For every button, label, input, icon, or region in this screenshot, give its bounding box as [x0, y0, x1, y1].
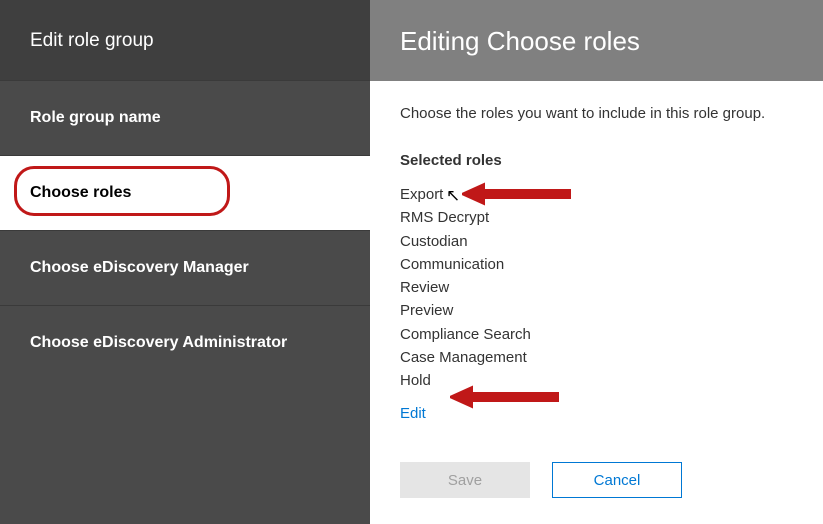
- page-title: Editing Choose roles: [370, 0, 823, 81]
- role-item: Case Management: [400, 346, 793, 369]
- wizard-sidebar: Edit role group Role group name Choose r…: [0, 0, 370, 524]
- selected-roles-heading: Selected roles: [400, 152, 793, 169]
- page-description: Choose the roles you want to include in …: [400, 105, 793, 122]
- role-item: Preview: [400, 299, 793, 322]
- role-item: Review: [400, 276, 793, 299]
- save-button[interactable]: Save: [400, 462, 530, 498]
- step-choose-ediscovery-manager[interactable]: Choose eDiscovery Manager: [0, 230, 370, 305]
- main-pane: Editing Choose roles Choose the roles yo…: [370, 0, 823, 524]
- step-choose-roles[interactable]: Choose roles: [0, 155, 370, 230]
- role-item: Communication: [400, 253, 793, 276]
- role-item: Hold: [400, 369, 793, 392]
- step-label: Choose eDiscovery Manager: [30, 259, 249, 276]
- role-item: Custodian: [400, 230, 793, 253]
- role-item: RMS Decrypt: [400, 206, 793, 229]
- selected-roles-list: Export RMS Decrypt Custodian Communicati…: [400, 183, 793, 426]
- wizard-steps: Role group name Choose roles Choose eDis…: [0, 80, 370, 380]
- dialog-footer: Save Cancel: [370, 450, 823, 524]
- cancel-button[interactable]: Cancel: [552, 462, 682, 498]
- step-label: Choose roles: [30, 184, 131, 201]
- main-body: Choose the roles you want to include in …: [370, 81, 823, 450]
- step-label: Choose eDiscovery Administrator: [30, 334, 287, 351]
- step-role-group-name[interactable]: Role group name: [0, 80, 370, 155]
- sidebar-title: Edit role group: [0, 0, 370, 80]
- cancel-button-label: Cancel: [594, 472, 641, 489]
- sidebar-filler: [0, 380, 370, 524]
- step-choose-ediscovery-administrator[interactable]: Choose eDiscovery Administrator: [0, 305, 370, 380]
- role-item: Compliance Search: [400, 323, 793, 346]
- role-item: Export: [400, 183, 793, 206]
- edit-roles-link[interactable]: Edit: [400, 402, 426, 425]
- step-label: Role group name: [30, 109, 161, 126]
- save-button-label: Save: [448, 472, 482, 489]
